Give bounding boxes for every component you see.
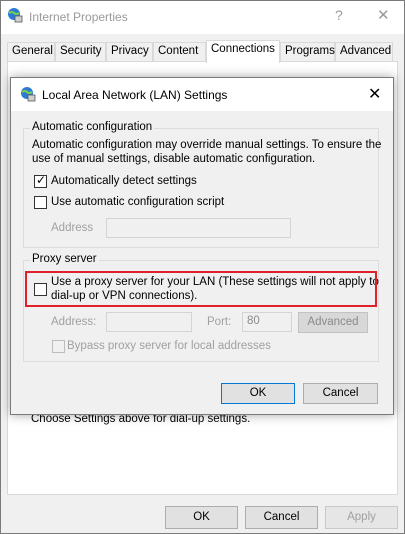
auto-config-script-label[interactable]: Use automatic configuration script [51, 196, 224, 208]
close-icon[interactable]: ✕ [377, 6, 390, 24]
ok-button[interactable]: OK [165, 506, 238, 529]
proxy-server-label: Proxy server [30, 253, 99, 265]
bypass-local-label[interactable]: Bypass proxy server for local addresses [67, 340, 271, 352]
proxy-address-label: Address: [51, 316, 97, 328]
tab-privacy[interactable]: Privacy [106, 42, 153, 62]
use-proxy-checkbox[interactable] [34, 283, 47, 296]
proxy-address-field[interactable] [106, 312, 192, 332]
script-address-field[interactable] [106, 218, 291, 238]
globe-network-icon [20, 86, 36, 102]
auto-detect-checkbox[interactable]: ✓ [34, 173, 47, 188]
tab-security[interactable]: Security [55, 42, 106, 62]
tab-connections[interactable]: Connections [206, 40, 280, 63]
lan-settings-dialog: Local Area Network (LAN) Settings ✕ Auto… [10, 77, 394, 415]
bypass-local-checkbox[interactable] [52, 340, 65, 353]
tab-general[interactable]: General [7, 42, 55, 62]
globe-network-icon [7, 7, 23, 23]
close-icon[interactable]: ✕ [368, 84, 381, 104]
proxy-port-field[interactable]: 80 [242, 312, 292, 332]
tab-advanced[interactable]: Advanced [335, 42, 393, 62]
auto-config-script-checkbox[interactable] [34, 196, 47, 209]
auto-config-description-line-1: Automatic configuration may override man… [32, 139, 382, 151]
help-icon[interactable]: ? [335, 7, 343, 23]
outer-window-title: Internet Properties [29, 10, 128, 24]
dialog-title-bar: Local Area Network (LAN) Settings ✕ [11, 78, 393, 111]
outer-title-bar: Internet Properties ? ✕ [1, 1, 404, 34]
apply-button[interactable]: Apply [325, 506, 398, 529]
ok-button[interactable]: OK [221, 383, 295, 404]
auto-detect-label[interactable]: Automatically detect settings [51, 175, 197, 187]
proxy-port-label: Port: [207, 316, 232, 328]
automatic-configuration-label: Automatic configuration [30, 121, 155, 133]
auto-config-description-line-2: use of manual settings, disable automati… [32, 153, 316, 165]
checkmark-icon: ✓ [36, 173, 47, 187]
cancel-button[interactable]: Cancel [245, 506, 318, 529]
cancel-button[interactable]: Cancel [303, 383, 378, 404]
dialog-title: Local Area Network (LAN) Settings [42, 88, 228, 102]
tab-programs[interactable]: Programs [280, 42, 335, 62]
script-address-label: Address [51, 222, 94, 234]
tab-content[interactable]: Content [153, 42, 206, 62]
use-proxy-label-line-2[interactable]: dial-up or VPN connections). [51, 290, 197, 302]
use-proxy-label-line-1[interactable]: Use a proxy server for your LAN (These s… [51, 276, 379, 288]
advanced-button[interactable]: Advanced [298, 312, 368, 333]
tab-strip: General Security Privacy Content Connect… [7, 40, 399, 63]
